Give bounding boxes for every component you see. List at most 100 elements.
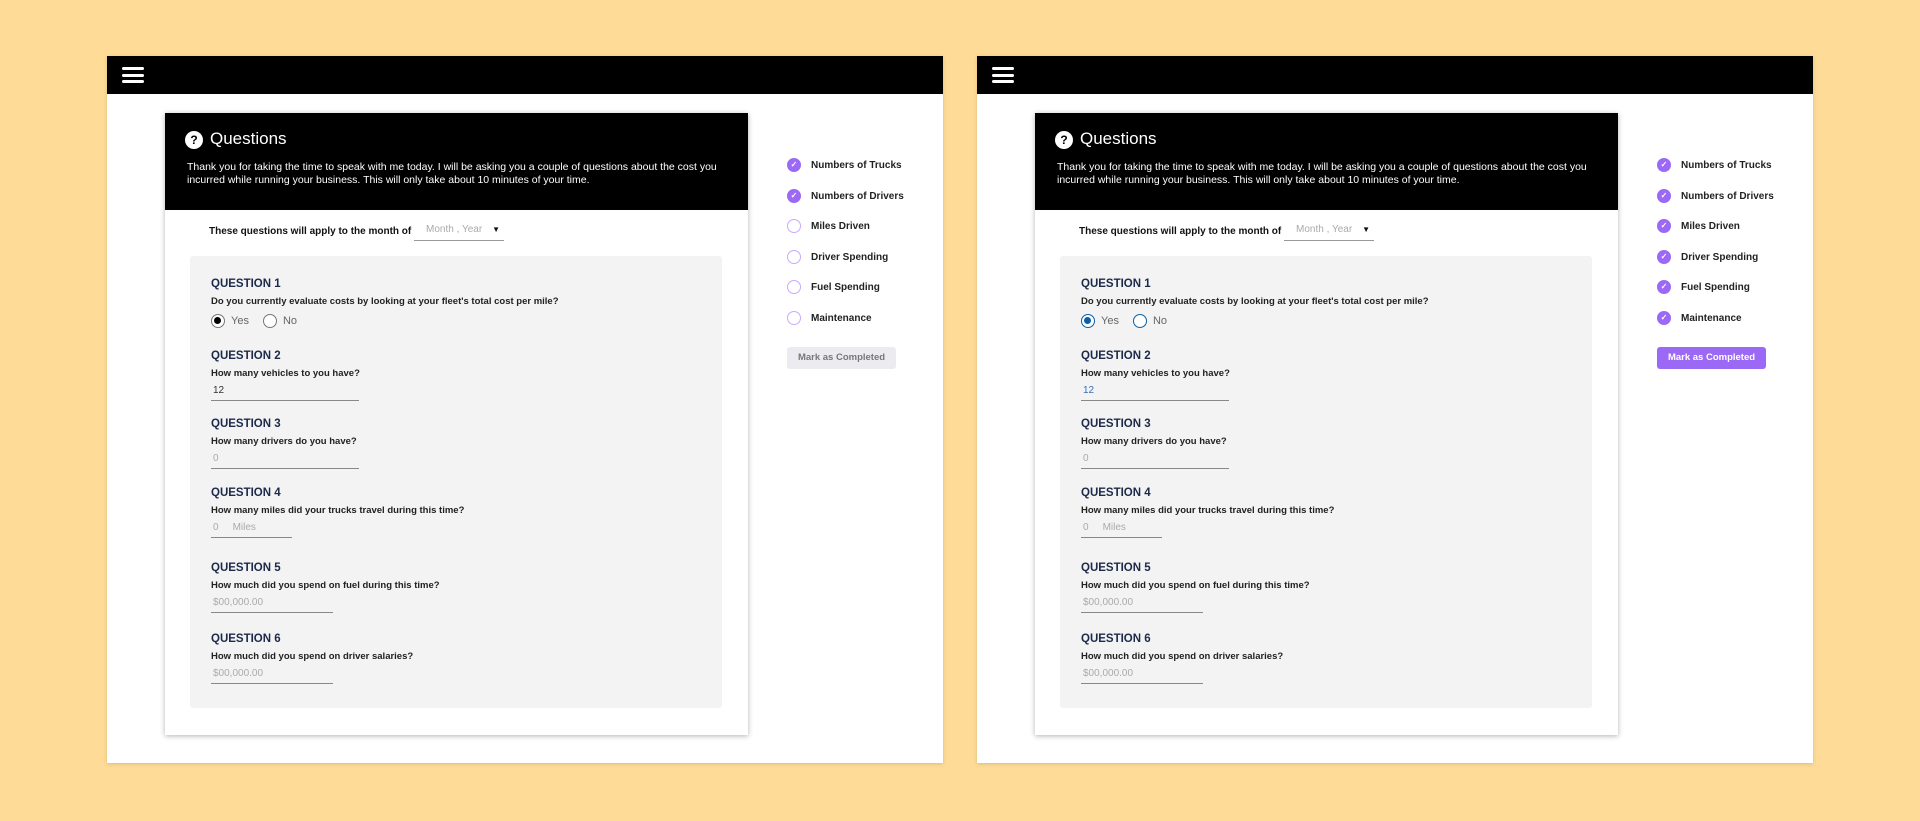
check-circle-icon: ✓ (1657, 189, 1671, 203)
checklist-label: Miles Driven (1681, 220, 1740, 232)
radio-yes[interactable]: Yes (211, 314, 249, 328)
dropdown-placeholder: Month , Year (426, 224, 483, 235)
radio-circle-icon[interactable] (211, 314, 225, 328)
checklist-item[interactable]: ✓ Numbers of Drivers (1657, 189, 1774, 203)
checklist-label: Numbers of Drivers (1681, 190, 1774, 202)
card-description: Thank you for taking the time to speak w… (187, 161, 717, 186)
input-value: $00,000.00 (1083, 597, 1134, 608)
radio-no[interactable]: No (262, 314, 297, 328)
radio-group: Yes No (1081, 314, 1429, 328)
checklist-label: Miles Driven (811, 220, 870, 232)
answer-input[interactable]: $00,000.00 (211, 597, 333, 613)
input-value: 12 (1083, 385, 1095, 396)
check-circle-icon: ✓ (1657, 250, 1671, 264)
question-6: QUESTION 6 How much did you spend on dri… (1081, 633, 1283, 684)
question-title: QUESTION 6 (211, 633, 281, 645)
question-1: QUESTION 1 Do you currently evaluate cos… (1081, 278, 1429, 328)
radio-yes[interactable]: Yes (1081, 314, 1119, 328)
answer-input[interactable]: 0 Miles (211, 522, 292, 538)
input-unit: Miles (232, 522, 256, 533)
question-title: QUESTION 1 (1081, 278, 1151, 290)
month-year-dropdown[interactable]: Month , Year ▼ (414, 224, 504, 241)
checklist-label: Maintenance (1681, 312, 1742, 324)
input-value: 0 (1083, 453, 1089, 464)
hamburger-menu-icon[interactable] (122, 67, 144, 83)
input-value: 12 (213, 385, 225, 396)
hamburger-menu-icon[interactable] (992, 67, 1014, 83)
radio-circle-icon[interactable] (262, 314, 277, 328)
input-value: 0 (213, 453, 219, 464)
question-5: QUESTION 5 How much did you spend on fue… (211, 562, 440, 613)
checklist-item[interactable]: ✓ Numbers of Trucks (787, 158, 902, 172)
empty-circle-icon (787, 250, 801, 264)
question-text: How much did you spend on fuel during th… (1081, 580, 1310, 591)
checklist-item[interactable]: ✓ Miles Driven (1657, 219, 1740, 233)
checklist-label: Numbers of Trucks (1681, 159, 1772, 171)
dropdown-placeholder: Month , Year (1296, 224, 1353, 235)
question-mark-icon: ? (185, 131, 203, 149)
answer-input[interactable]: 0 (1081, 453, 1229, 469)
answer-input[interactable]: $00,000.00 (1081, 668, 1203, 684)
radio-no[interactable]: No (1132, 314, 1168, 328)
card-header: ? Questions Thank you for taking the tim… (1035, 113, 1618, 210)
check-circle-icon: ✓ (1657, 158, 1671, 172)
checklist-item[interactable]: Miles Driven (787, 219, 870, 233)
input-value: 0 (1083, 522, 1089, 533)
checklist-item[interactable]: ✓ Numbers of Drivers (787, 189, 904, 203)
radio-label: No (1152, 315, 1168, 327)
checklist-item[interactable]: ✓ Driver Spending (1657, 250, 1758, 264)
radio-circle-icon[interactable] (1132, 314, 1147, 328)
input-value: $00,000.00 (213, 597, 264, 608)
month-label: These questions will apply to the month … (1079, 226, 1282, 237)
card-description: Thank you for taking the time to speak w… (1057, 161, 1587, 186)
checklist-item[interactable]: Driver Spending (787, 250, 888, 264)
empty-circle-icon (787, 311, 801, 325)
question-5: QUESTION 5 How much did you spend on fue… (1081, 562, 1310, 613)
question-title: QUESTION 4 (1081, 487, 1151, 499)
question-text: Do you currently evaluate costs by looki… (1081, 296, 1429, 307)
answer-input[interactable]: 12 (211, 385, 359, 401)
check-circle-icon: ✓ (1657, 219, 1671, 233)
checklist-item[interactable]: ✓ Maintenance (1657, 311, 1742, 325)
empty-circle-icon (787, 219, 801, 233)
top-bar (977, 56, 1813, 94)
input-value: 0 (213, 522, 219, 533)
answer-input[interactable]: 12 (1081, 385, 1229, 401)
checklist-item[interactable]: Maintenance (787, 311, 872, 325)
empty-circle-icon (787, 280, 801, 294)
answer-input[interactable]: $00,000.00 (211, 668, 333, 684)
radio-circle-icon[interactable] (1081, 314, 1095, 328)
question-title: QUESTION 5 (211, 562, 281, 574)
questions-card: ? Questions Thank you for taking the tim… (165, 113, 748, 735)
mark-as-completed-button[interactable]: Mark as Completed (1657, 347, 1766, 369)
question-text: How much did you spend on fuel during th… (211, 580, 440, 591)
card-title: Questions (210, 129, 287, 148)
answer-input[interactable]: 0 (211, 453, 359, 469)
question-title: QUESTION 6 (1081, 633, 1151, 645)
check-circle-icon: ✓ (787, 158, 801, 172)
question-text: How many vehicles to you have? (211, 368, 360, 379)
caret-down-icon: ▼ (1362, 225, 1370, 234)
input-unit: Miles (1102, 522, 1126, 533)
check-circle-icon: ✓ (787, 189, 801, 203)
mark-as-completed-button[interactable]: Mark as Completed (787, 347, 896, 369)
checklist-item[interactable]: ✓ Fuel Spending (1657, 280, 1750, 294)
question-title: QUESTION 3 (211, 418, 281, 430)
question-1: QUESTION 1 Do you currently evaluate cos… (211, 278, 559, 328)
checklist-item[interactable]: Fuel Spending (787, 280, 880, 294)
card-header: ? Questions Thank you for taking the tim… (165, 113, 748, 210)
answer-input[interactable]: $00,000.00 (1081, 597, 1203, 613)
answer-input[interactable]: 0 Miles (1081, 522, 1162, 538)
top-bar (107, 56, 943, 94)
question-title: QUESTION 3 (1081, 418, 1151, 430)
question-text: How much did you spend on driver salarie… (211, 651, 414, 662)
questions-panel: QUESTION 1 Do you currently evaluate cos… (1060, 256, 1592, 708)
checklist-item[interactable]: ✓ Numbers of Trucks (1657, 158, 1772, 172)
month-year-dropdown[interactable]: Month , Year ▼ (1284, 224, 1374, 241)
question-4: QUESTION 4 How many miles did your truck… (1081, 487, 1334, 538)
card-title: Questions (1080, 129, 1157, 148)
question-6: QUESTION 6 How much did you spend on dri… (211, 633, 413, 684)
question-title: QUESTION 5 (1081, 562, 1151, 574)
checklist-label: Driver Spending (1681, 251, 1759, 263)
question-text: How many drivers do you have? (1081, 436, 1227, 447)
